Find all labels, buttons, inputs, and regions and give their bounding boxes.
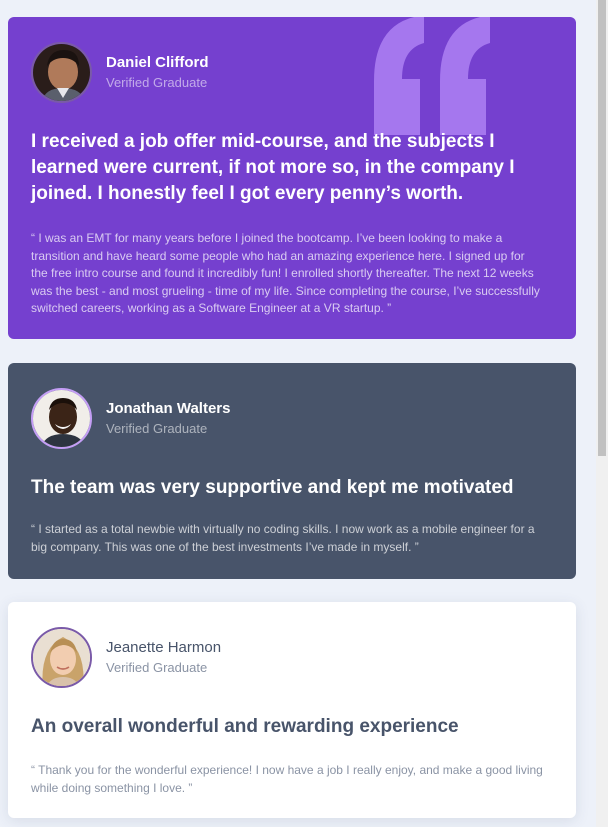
author-role: Verified Graduate bbox=[106, 659, 208, 675]
scrollbar-thumb[interactable] bbox=[598, 0, 606, 456]
author-name: Jeanette Harmon bbox=[106, 638, 222, 656]
avatar bbox=[31, 41, 92, 103]
quotation-icon bbox=[374, 17, 490, 135]
testimonials-page: Daniel Clifford Verified Graduate I rece… bbox=[0, 0, 608, 827]
testimonial-headline: The team was very supportive and kept me… bbox=[31, 477, 514, 498]
profile-daniel: Daniel Clifford Verified Graduate bbox=[31, 40, 209, 104]
testimonial-body: “ I was an EMT for many years before I j… bbox=[31, 231, 540, 315]
testimonial-card-jeanette: Jeanette Harmon Verified Graduate An ove… bbox=[8, 602, 576, 818]
author-role: Verified Graduate bbox=[106, 420, 208, 436]
author-role: Verified Graduate bbox=[106, 74, 208, 90]
testimonial-card-jonathan: Jonathan Walters Verified Graduate The t… bbox=[8, 363, 576, 579]
testimonial-body: “ Thank you for the wonderful experience… bbox=[31, 763, 543, 795]
testimonial-card-daniel: Daniel Clifford Verified Graduate I rece… bbox=[8, 17, 576, 339]
testimonial-headline: An overall wonderful and rewarding exper… bbox=[31, 716, 459, 737]
profile-jonathan: Jonathan Walters Verified Graduate bbox=[31, 386, 230, 450]
scrollbar[interactable] bbox=[596, 0, 608, 827]
profile-jeanette: Jeanette Harmon Verified Graduate bbox=[31, 625, 221, 689]
testimonial-body: “ I started as a total newbie with virtu… bbox=[31, 522, 535, 554]
testimonial-headline: I received a job offer mid-course, and t… bbox=[31, 131, 515, 204]
author-name: Jonathan Walters bbox=[106, 399, 231, 417]
author-name: Daniel Clifford bbox=[106, 53, 209, 71]
avatar bbox=[31, 626, 92, 688]
avatar bbox=[31, 387, 92, 449]
